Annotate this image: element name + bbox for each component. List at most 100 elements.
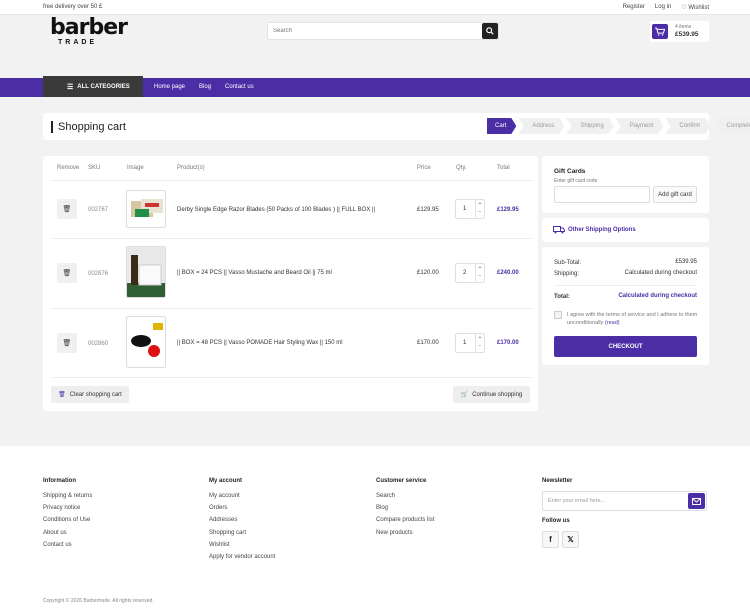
footer-link[interactable]: Shipping & returns (43, 490, 92, 502)
logo[interactable]: barber TRADE (50, 15, 128, 47)
row-total: £240.00 (497, 270, 519, 276)
quantity-stepper[interactable]: 2 + − (455, 263, 485, 283)
footer-link[interactable]: Search (376, 490, 434, 502)
qty-plus-minus[interactable]: + − (475, 334, 484, 352)
row-product-name[interactable]: Derby Single Edge Razor Blades (50 Packs… (177, 207, 375, 213)
gift-card-hint: Enter gift card code (554, 178, 598, 184)
truck-icon (553, 226, 565, 234)
quantity-stepper[interactable]: 1 + − (455, 199, 485, 219)
divider (51, 308, 533, 309)
mini-cart[interactable]: 4 items £539.95 (650, 21, 709, 42)
trash-icon: 🗑 (58, 392, 66, 398)
subtotal-value: £539.95 (675, 259, 697, 265)
subtotal-label: Sub-Total: (554, 260, 582, 266)
terms-text: I agree with the terms of service and I … (567, 312, 698, 326)
wishlist-link[interactable]: ♡ Wishlist (681, 4, 709, 11)
product-image-blades[interactable] (126, 190, 166, 228)
checkout-button[interactable]: CHECKOUT (554, 336, 697, 357)
page-title: Shopping cart (51, 121, 126, 133)
product-image-pomade[interactable] (126, 316, 166, 368)
trash-icon: 🗑 (62, 340, 72, 347)
nav-blog[interactable]: Blog (199, 84, 211, 90)
col-remove: Remove (57, 165, 80, 171)
row-sku: 002876 (88, 271, 109, 277)
product-image-beard-oil[interactable] (126, 246, 166, 298)
footer-link[interactable]: Conditions of Use (43, 514, 92, 526)
search-box (267, 22, 499, 40)
remove-button[interactable]: 🗑 (57, 199, 77, 219)
quantity-stepper[interactable]: 1 + − (455, 333, 485, 353)
trash-icon: 🗑 (62, 206, 72, 213)
footer-info-links: Shipping & returns Privacy notice Condit… (43, 490, 92, 551)
trash-icon: 🗑 (62, 270, 72, 277)
register-link[interactable]: Register (623, 4, 645, 11)
footer-link[interactable]: Shopping cart (209, 527, 275, 539)
col-image: Image (127, 165, 144, 171)
qty-plus-minus[interactable]: + − (475, 264, 484, 282)
cart-icon: 🛒 (460, 392, 469, 398)
footer-link[interactable]: New products (376, 527, 434, 539)
cart-icon (652, 24, 668, 39)
terms-text-wrap: I agree with the terms of service and I … (567, 311, 702, 327)
mini-cart-amount: £539.95 (675, 31, 699, 38)
col-price: Price (417, 165, 431, 171)
terms-read-link[interactable]: (read) (605, 320, 620, 326)
shipping-options-link[interactable]: Other Shipping Options (568, 227, 636, 233)
shipping-options-panel[interactable]: Other Shipping Options (542, 218, 709, 242)
gift-card-input[interactable] (554, 186, 650, 203)
quantity-value: 1 (463, 206, 467, 212)
heart-icon: ♡ (681, 5, 687, 11)
footer-link[interactable]: Contact us (43, 539, 92, 551)
divider (51, 180, 533, 181)
order-summary: Sub-Total: £539.95 Shipping: Calculated … (542, 247, 709, 365)
cart-table-panel (43, 156, 538, 411)
logo-subword: TRADE (58, 39, 98, 46)
add-gift-card-button[interactable]: Add gift card (653, 186, 697, 203)
footer-link[interactable]: Blog (376, 502, 434, 514)
step-shipping: Shipping (566, 118, 613, 134)
login-link[interactable]: Log in (655, 4, 671, 11)
footer-link[interactable]: Orders (209, 502, 275, 514)
logo-word: barber (50, 15, 128, 40)
nav-home[interactable]: Home page (154, 84, 185, 90)
footer-link[interactable]: Addresses (209, 514, 275, 526)
search-icon (486, 27, 494, 35)
footer-link[interactable]: Apply for vendor account (209, 551, 275, 563)
row-product-name[interactable]: || BOX = 24 PCS || Vasso Mustache and Be… (177, 270, 332, 276)
step-cart[interactable]: Cart (487, 118, 516, 134)
mini-cart-count: 4 items (675, 24, 692, 30)
follow-us-title: Follow us (542, 518, 570, 524)
footer-link[interactable]: About us (43, 527, 92, 539)
facebook-icon[interactable]: f (542, 531, 559, 548)
remove-button[interactable]: 🗑 (57, 333, 77, 353)
all-categories-label: ALL CATEGORIES (77, 83, 130, 90)
step-confirm: Confirm (665, 118, 710, 134)
divider (51, 238, 533, 239)
row-total: £170.00 (497, 340, 519, 346)
newsletter-email-input[interactable]: Enter your email here... (548, 498, 605, 504)
copyright: Copyright © 2026 Barbertrade. All rights… (43, 598, 154, 604)
step-payment: Payment (616, 118, 664, 134)
continue-shopping-button[interactable]: 🛒 Continue shopping (453, 386, 530, 403)
qty-plus-minus[interactable]: + − (475, 200, 484, 218)
footer-account-title: My account (209, 478, 243, 484)
terms-checkbox[interactable] (554, 311, 562, 319)
footer-link[interactable]: Wishlist (209, 539, 275, 551)
nav-contact[interactable]: Contact us (225, 84, 254, 90)
row-price: £129.95 (417, 207, 439, 213)
all-categories-button[interactable]: ☰ ALL CATEGORIES (43, 76, 143, 97)
search-button[interactable] (482, 23, 498, 39)
clear-cart-button[interactable]: 🗑 Clear shopping cart (51, 386, 129, 403)
search-input[interactable] (268, 23, 468, 39)
newsletter-submit-button[interactable] (688, 493, 705, 509)
footer-link[interactable]: Compare products list (376, 514, 434, 526)
shipping-value: Calculated during checkout (624, 270, 697, 276)
x-icon[interactable]: 𝕏 (562, 531, 579, 548)
remove-button[interactable]: 🗑 (57, 263, 77, 283)
row-sku: 002860 (88, 341, 109, 347)
footer-link[interactable]: Privacy notice (43, 502, 92, 514)
row-product-name[interactable]: || BOX = 48 PCS || Vasso POMADE Hair Sty… (177, 340, 343, 346)
footer-link[interactable]: My account (209, 490, 275, 502)
gift-card-title: Gift Cards (554, 168, 586, 175)
nav-links: Home page Blog Contact us (154, 84, 254, 90)
